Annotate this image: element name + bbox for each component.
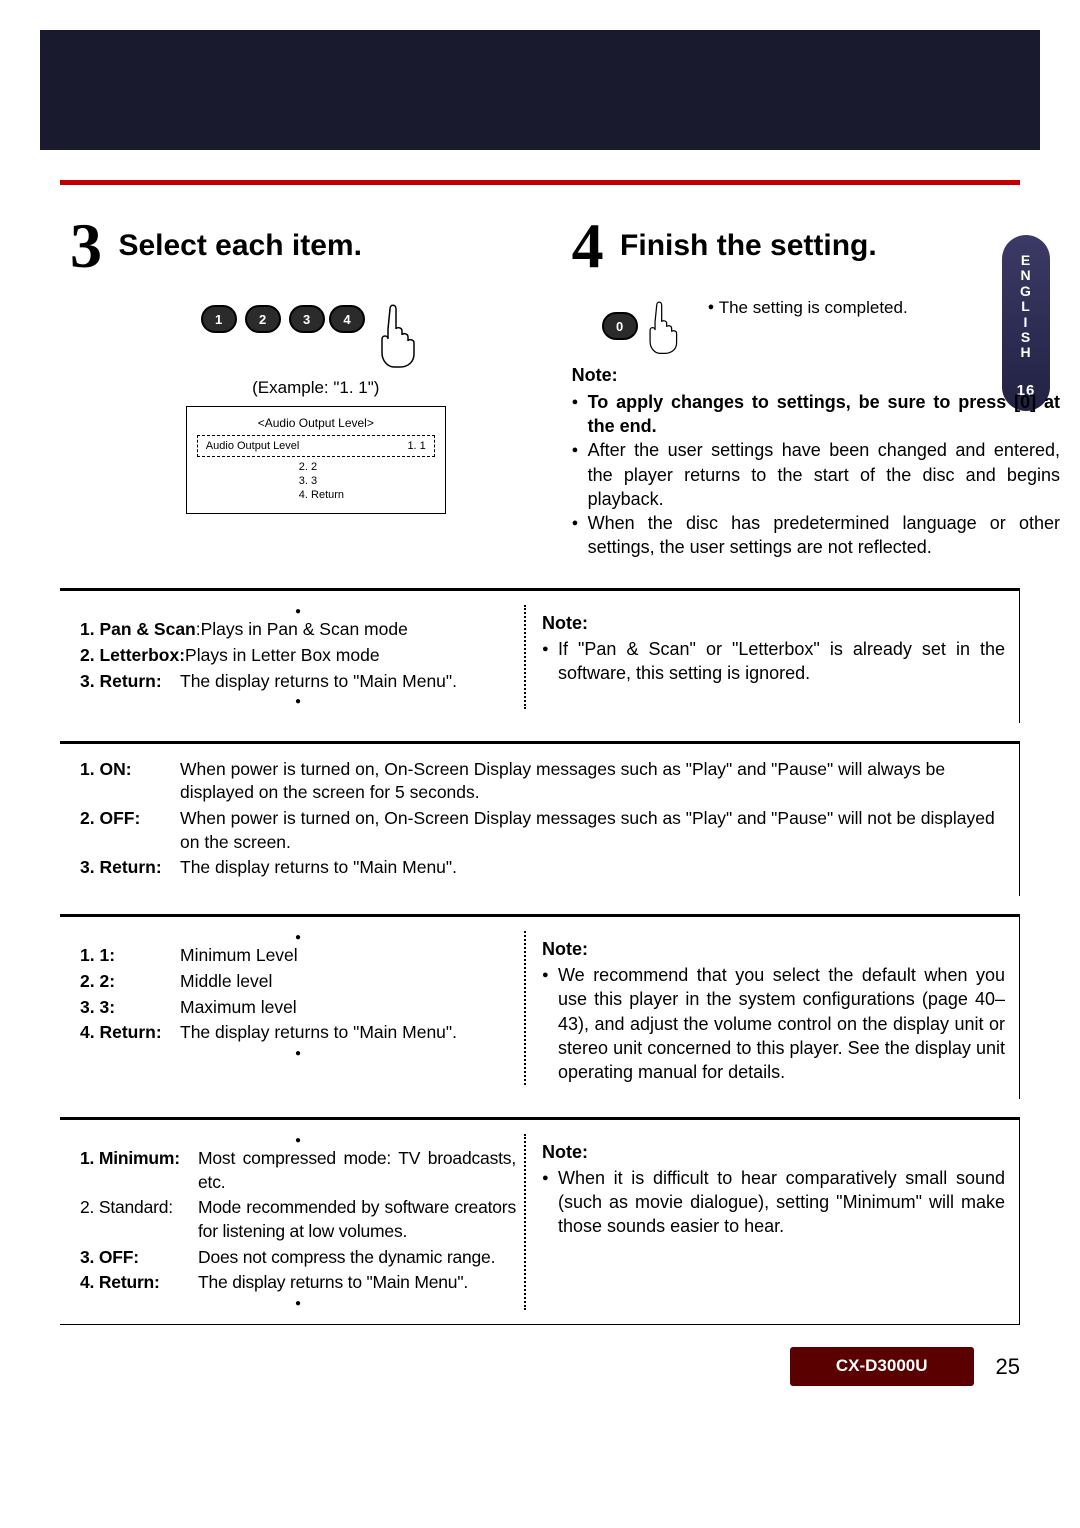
step-4: 4 Finish the setting. 0 ● The setting is… [562,203,1080,560]
list-item: 3. OFF:Does not compress the dynamic ran… [80,1246,516,1270]
option-list: 1. Minimum: Most compressed mode: TV bro… [80,1147,516,1295]
step-3-number: 3 [70,203,102,289]
list-item: 2. Letterbox: Plays in Letter Box mode [80,644,516,668]
option-list: 1. ON:When power is turned on, On-Screen… [80,758,1005,880]
section-note: Note: When it is difficult to hear compa… [542,1140,1005,1239]
section-osd: 1. ON:When power is turned on, On-Screen… [60,743,1020,896]
list-item: 4. Return:The display returns to "Main M… [80,1021,516,1045]
note-item: If "Pan & Scan" or "Letterbox" is alread… [542,637,1005,686]
list-item: 1. Minimum: Most compressed mode: TV bro… [80,1147,516,1194]
step-4-title: Finish the setting. [620,229,877,262]
list-item: 3. 3:Maximum level [80,996,516,1020]
list-item: 1. 1:Minimum Level [80,944,516,968]
list-item: 1. Pan & Scan:Plays in Pan & Scan mode [80,618,516,642]
screen-row-label: Audio Output Level [206,439,300,454]
list-item: 4. Return:The display returns to "Main M… [80,1271,516,1295]
setting-complete-text: The setting is completed. [719,298,908,317]
key-4: 4 [329,305,365,333]
step-3: 3 Select each item. 1 2 3 4 [0,203,562,560]
step-4-action: 0 ● The setting is completed. [602,297,1060,355]
note-item: When the disc has predetermined language… [572,511,1060,560]
screen-option: 4. Return [299,489,435,503]
section-note: Note: We recommend that you select the d… [542,937,1005,1085]
list-item: 2. 2:Middle level [80,970,516,994]
screen-options: 2. 2 3. 3 4. Return [197,461,435,502]
screen-title: <Audio Output Level> [197,415,435,431]
section-tv-aspect: ● 1. Pan & Scan:Plays in Pan & Scan mode… [60,590,1020,723]
key-0: 0 [602,312,638,340]
screen-mockup: <Audio Output Level> Audio Output Level … [186,406,446,513]
list-item: 3. Return:The display returns to "Main M… [80,670,516,694]
section-dynamic-range: ● 1. Minimum: Most compressed mode: TV b… [60,1119,1020,1326]
page-number: 25 [996,1352,1020,1382]
step-4-note: Note: To apply changes to settings, be s… [572,363,1060,559]
note-item: When it is difficult to hear comparative… [542,1166,1005,1239]
hand-icon [369,299,431,369]
list-item: 2. OFF:When power is turned on, On-Scree… [80,807,1005,854]
step-3-title: Select each item. [118,229,361,262]
list-item: 3. Return:The display returns to "Main M… [80,856,1005,880]
note-item: After the user settings have been change… [572,438,1060,511]
screen-row-value: 1. 1 [407,439,425,454]
list-item: 2. Standard: Mode recommended by softwar… [80,1196,516,1243]
page-footer: CX-D3000U 25 [60,1347,1020,1386]
screen-option: 3. 3 [299,475,435,489]
note-heading: Note: [542,1140,1005,1164]
step-4-number: 4 [572,203,604,289]
list-item: 1. ON:When power is turned on, On-Screen… [80,758,1005,805]
red-divider [60,180,1020,185]
screen-option: 2. 2 [299,461,435,475]
key-2: 2 [245,305,281,333]
top-header-band [40,30,1040,150]
keypad-diagram: 1 2 3 4 [70,299,562,369]
steps-row: 3 Select each item. 1 2 3 4 [0,203,1080,560]
key-3: 3 [289,305,325,333]
note-item: We recommend that you select the default… [542,963,1005,1084]
example-label: (Example: "1. 1") [70,377,562,400]
model-badge: CX-D3000U [790,1347,974,1386]
option-list: 1. 1:Minimum Level 2. 2:Middle level 3. … [80,944,516,1045]
note-heading: Note: [572,363,1060,387]
section-audio-level: ● 1. 1:Minimum Level 2. 2:Middle level 3… [60,916,1020,1099]
note-item: To apply changes to settings, be sure to… [572,390,1060,439]
option-list: 1. Pan & Scan:Plays in Pan & Scan mode 2… [80,618,516,693]
hand-icon [640,297,690,355]
note-heading: Note: [542,611,1005,635]
key-1: 1 [201,305,237,333]
note-heading: Note: [542,937,1005,961]
section-note: Note: If "Pan & Scan" or "Letterbox" is … [542,611,1005,686]
screen-selected-row: Audio Output Level 1. 1 [197,435,435,458]
